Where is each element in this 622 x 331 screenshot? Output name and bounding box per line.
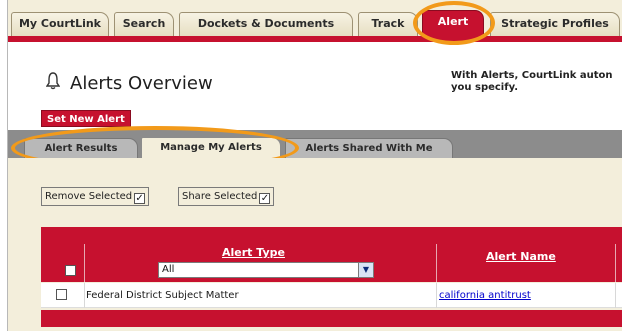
top-tab-underline xyxy=(8,36,622,42)
intro-line-1: With Alerts, CourtLink auton xyxy=(451,70,613,81)
tab-search[interactable]: Search xyxy=(114,12,174,36)
page-frame: My CourtLink Search Dockets & Documents … xyxy=(7,0,622,331)
intro-text: With Alerts, CourtLink auton you specify… xyxy=(451,70,622,94)
alert-type-filter-value: All xyxy=(162,264,175,275)
share-selected-label: Share Selected xyxy=(182,191,258,202)
tab-dockets-documents[interactable]: Dockets & Documents xyxy=(179,12,353,36)
select-all-checkbox[interactable] xyxy=(65,265,76,276)
chevron-down-icon[interactable]: ▼ xyxy=(358,263,373,277)
alert-type-filter[interactable]: All ▼ xyxy=(158,262,374,278)
remove-selected-label: Remove Selected xyxy=(45,191,133,202)
row-divider xyxy=(436,283,437,308)
row-alert-type: Federal District Subject Matter xyxy=(86,290,239,301)
tab-my-courtlink[interactable]: My CourtLink xyxy=(11,12,109,36)
set-new-alert-button[interactable]: Set New Alert xyxy=(41,110,131,127)
header-divider xyxy=(615,244,616,282)
table-top-bar xyxy=(41,227,622,244)
tab-alerts-shared-with-me[interactable]: Alerts Shared With Me xyxy=(285,138,453,159)
share-selected-button[interactable]: Share Selected ✓ xyxy=(178,187,275,206)
bell-icon xyxy=(46,72,60,90)
highlight-ring-alert-tab xyxy=(413,1,495,45)
row-alert-name-link[interactable]: california antitrust xyxy=(439,290,531,301)
check-icon: ✓ xyxy=(259,193,271,204)
alert-name-header[interactable]: Alert Name xyxy=(486,250,556,263)
header-divider xyxy=(84,244,85,282)
check-icon: ✓ xyxy=(134,193,146,204)
row-checkbox[interactable] xyxy=(56,289,67,300)
alert-type-header[interactable]: Alert Type xyxy=(222,246,285,259)
tab-strategic-profiles[interactable]: Strategic Profiles xyxy=(490,12,620,36)
remove-selected-button[interactable]: Remove Selected ✓ xyxy=(41,187,150,206)
header-divider xyxy=(436,244,437,282)
intro-line-2: you specify. xyxy=(451,82,518,93)
row-divider xyxy=(84,283,85,308)
row-divider xyxy=(615,283,616,308)
tab-track[interactable]: Track xyxy=(358,12,418,36)
table-bottom-bar xyxy=(41,310,622,327)
page-title: Alerts Overview xyxy=(70,73,213,94)
